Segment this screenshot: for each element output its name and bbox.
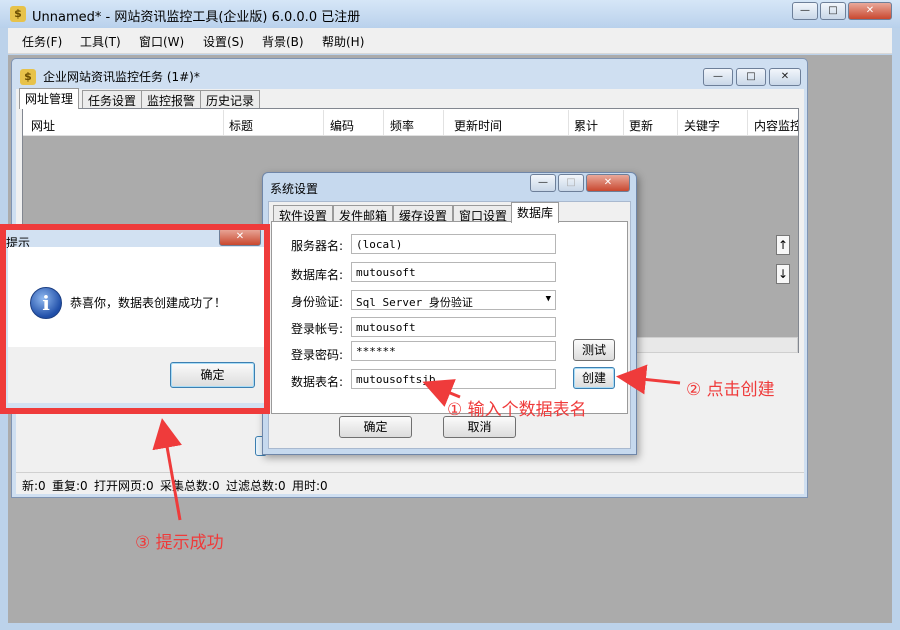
- tab-database[interactable]: 数据库: [511, 202, 560, 223]
- annotation-step3: ③ 提示成功: [135, 533, 224, 553]
- arrow-to-message-box: [152, 418, 182, 521]
- arrow-to-create-button: [616, 364, 681, 395]
- annotation-step1: ① 输入个数据表名: [447, 400, 587, 420]
- annotation-step2: ② 点击创建: [686, 380, 775, 400]
- tab-url-management[interactable]: 网址管理: [19, 88, 80, 109]
